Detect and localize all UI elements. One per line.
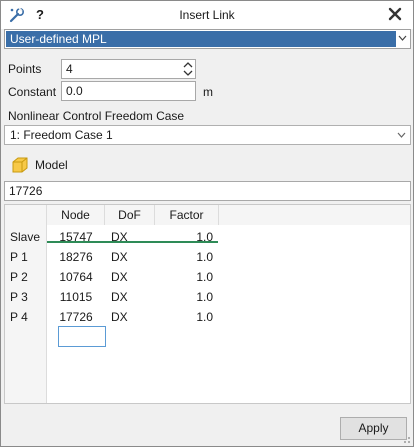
constant-unit: m [203,85,213,99]
cell-dof[interactable]: DX [105,227,155,247]
points-spinbox[interactable]: 4 [61,59,196,79]
model-node-value: 17726 [9,184,43,198]
cell-node[interactable]: 11015 [47,287,105,307]
cell-node[interactable]: 10764 [47,267,105,287]
close-icon[interactable] [385,4,405,24]
cell-factor[interactable]: 1.0 [155,247,219,267]
apply-button[interactable]: Apply [340,417,407,440]
chevron-down-icon [397,132,406,138]
model-label: Model [35,158,68,172]
cell-factor[interactable]: 1.0 [155,287,219,307]
constant-label: Constant [8,85,57,99]
column-header-factor[interactable]: Factor [155,205,219,225]
points-label: Points [8,62,42,76]
spin-down-icon[interactable] [183,69,193,77]
mpl-type-value: User-defined MPL [6,31,396,47]
cell-factor[interactable]: 1.0 [155,267,219,287]
freedom-case-label: Nonlinear Control Freedom Case [8,109,185,123]
mpl-type-dropdown[interactable]: User-defined MPL [4,29,411,49]
freedom-case-value: 1: Freedom Case 1 [10,128,113,142]
cell-dof[interactable]: DX [105,287,155,307]
chevron-down-icon [398,35,407,41]
cell-dof[interactable]: DX [105,307,155,327]
freedom-case-dropdown[interactable]: 1: Freedom Case 1 [4,125,411,145]
link-points-table: Node DoF Factor Slave 15747 DX 1.0 P 1 1… [4,204,411,404]
model-node-input[interactable]: 17726 [4,181,411,201]
cell-dof[interactable]: DX [105,267,155,287]
cell-node[interactable]: 18276 [47,247,105,267]
window-title: Insert Link [179,8,235,22]
constant-value: 0.0 [66,84,83,98]
cell-factor[interactable]: 1.0 [155,307,219,327]
focused-cell-outline [58,326,106,347]
cell-node[interactable]: 17726 [47,307,105,327]
spin-up-icon[interactable] [183,61,193,69]
slave-row-separator [47,241,218,243]
cell-factor[interactable]: 1.0 [155,227,219,247]
points-value: 4 [66,62,73,76]
row-header-p4: P 4 [10,310,28,324]
insert-link-dialog: ? Insert Link User-defined MPL Points 4 … [0,0,414,447]
title-bar: ? Insert Link [1,1,413,29]
row-header-p1: P 1 [10,250,28,264]
column-header-dof[interactable]: DoF [105,205,155,225]
constant-input[interactable]: 0.0 [61,81,196,101]
row-header-slave: Slave [10,230,41,244]
column-header-node[interactable]: Node [47,205,105,225]
row-header-p2: P 2 [10,270,28,284]
model-cube-icon[interactable] [11,156,29,174]
resize-grip-icon[interactable] [401,434,411,444]
cell-dof[interactable]: DX [105,247,155,267]
cell-node[interactable]: 15747 [47,227,105,247]
row-header-p3: P 3 [10,290,28,304]
